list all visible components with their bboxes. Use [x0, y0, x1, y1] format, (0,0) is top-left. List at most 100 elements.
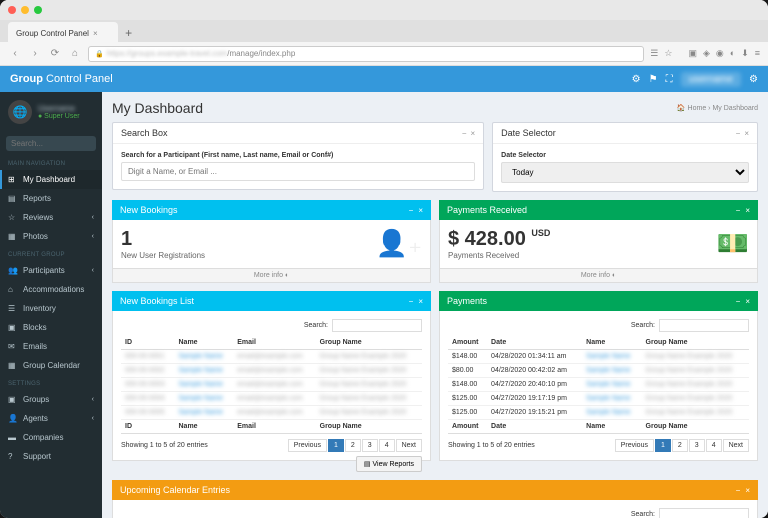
sidebar-item-photos[interactable]: ▦Photos‹ — [0, 227, 102, 246]
panel-title: Payments Received — [447, 205, 527, 215]
close-icon[interactable]: × — [744, 129, 749, 138]
table-search-input[interactable] — [332, 319, 422, 332]
star-icon[interactable]: ☆ — [664, 48, 672, 59]
page-next[interactable]: Next — [723, 439, 749, 452]
sidebar: 🌐 Username ● Super User 🔍 MAIN NAVIGATIO… — [0, 92, 102, 518]
collapse-icon[interactable]: − — [409, 297, 414, 306]
close-tab-icon[interactable]: × — [93, 29, 98, 38]
ext-icon[interactable]: ▣ — [688, 48, 697, 59]
brand: Group Control Panel — [10, 73, 113, 85]
sidebar-item-calendar[interactable]: ▦Group Calendar — [0, 356, 102, 375]
table-row: $125.0004/27/2020 19:15:21 pmSample Name… — [448, 406, 749, 420]
ext-icon[interactable]: ⬇ — [741, 48, 749, 59]
collapse-icon[interactable]: − — [736, 486, 741, 495]
close-icon[interactable]: × — [418, 206, 423, 215]
table-row: 000-00-0005Sample Nameemail@example.comG… — [121, 406, 422, 420]
close-icon[interactable]: × — [471, 129, 476, 138]
close-icon[interactable]: × — [745, 297, 750, 306]
collapse-icon[interactable]: − — [736, 206, 741, 215]
calendar-icon: ▦ — [8, 361, 18, 370]
page-3[interactable]: 3 — [689, 439, 705, 452]
user-plus-icon: 👤₊ — [376, 228, 422, 259]
participant-search-input[interactable] — [121, 162, 475, 181]
sidebar-search[interactable]: 🔍 — [6, 136, 96, 151]
sidebar-item-reports[interactable]: ▤Reports — [0, 189, 102, 208]
groups-icon: ▣ — [8, 395, 18, 404]
pagination: Previous 1 2 3 4 Next — [615, 439, 749, 452]
bell-icon[interactable]: ⚑ — [649, 74, 658, 85]
gear-icon[interactable]: ⚙ — [749, 74, 758, 85]
date-select[interactable]: Today — [501, 162, 749, 183]
home-icon[interactable]: ⌂ — [68, 48, 82, 59]
sidebar-item-inventory[interactable]: ☰Inventory — [0, 299, 102, 318]
page-prev[interactable]: Previous — [288, 439, 327, 452]
min-dot[interactable] — [21, 6, 29, 14]
close-icon[interactable]: × — [745, 206, 750, 215]
page-1[interactable]: 1 — [655, 439, 671, 452]
reload-icon[interactable]: ⟳ — [48, 48, 62, 59]
more-info-link[interactable]: More info ◐ — [439, 269, 758, 283]
ext-icon[interactable]: ◉ — [716, 48, 724, 59]
main-content: My Dashboard 🏠 Home › My Dashboard Searc… — [102, 92, 768, 518]
sidebar-item-emails[interactable]: ✉Emails — [0, 337, 102, 356]
collapse-icon[interactable]: − — [736, 129, 741, 138]
notif-icon[interactable]: ⚙ — [632, 74, 641, 85]
page-4[interactable]: 4 — [706, 439, 722, 452]
user-role: ● Super User — [38, 113, 80, 120]
sidebar-item-dashboard[interactable]: ⊞My Dashboard — [0, 170, 102, 189]
table-row: 000-00-0003Sample Nameemail@example.comG… — [121, 378, 422, 392]
chevron-icon: ‹ — [92, 267, 94, 274]
search-input[interactable] — [11, 139, 102, 148]
panel-title: Payments — [447, 296, 487, 306]
collapse-icon[interactable]: − — [409, 206, 414, 215]
user-menu[interactable]: username — [681, 72, 741, 87]
more-info-link[interactable]: More info ◐ — [112, 269, 431, 283]
sidebar-item-support[interactable]: ?Support — [0, 447, 102, 466]
table-search-input[interactable] — [659, 508, 749, 518]
max-dot[interactable] — [34, 6, 42, 14]
table-search-input[interactable] — [659, 319, 749, 332]
url-host: https://groups.example-travel.com — [107, 49, 228, 58]
forward-icon[interactable]: › — [28, 48, 42, 59]
collapse-icon[interactable]: − — [462, 129, 467, 138]
address-field[interactable]: 🔒 https://groups.example-travel.com /man… — [88, 46, 644, 62]
page-3[interactable]: 3 — [362, 439, 378, 452]
page-next[interactable]: Next — [396, 439, 422, 452]
page-prev[interactable]: Previous — [615, 439, 654, 452]
building-icon: ▬ — [8, 433, 18, 442]
nav-header: SETTINGS — [0, 375, 102, 390]
table-row: 000-00-0001Sample Nameemail@example.comG… — [121, 350, 422, 364]
new-tab-button[interactable]: + — [120, 24, 138, 42]
lock-icon: 🔒 — [95, 50, 104, 58]
close-dot[interactable] — [8, 6, 16, 14]
chevron-icon: ‹ — [92, 214, 94, 221]
sidebar-item-companies[interactable]: ▬Companies — [0, 428, 102, 447]
sidebar-item-accom[interactable]: ⌂Accommodations — [0, 280, 102, 299]
back-icon[interactable]: ‹ — [8, 48, 22, 59]
page-2[interactable]: 2 — [672, 439, 688, 452]
browser-tabs: Group Control Panel × + — [0, 20, 768, 42]
view-reports-button[interactable]: ▤ View Reports — [356, 456, 422, 472]
sidebar-item-participants[interactable]: 👥Participants‹ — [0, 261, 102, 280]
sidebar-item-reviews[interactable]: ☆Reviews‹ — [0, 208, 102, 227]
page-1[interactable]: 1 — [328, 439, 344, 452]
inventory-icon: ☰ — [8, 304, 18, 313]
browser-tab[interactable]: Group Control Panel × — [8, 22, 118, 42]
payments-sub: Payments Received — [448, 251, 749, 260]
expand-icon[interactable]: ⛶ — [666, 74, 673, 85]
page-2[interactable]: 2 — [345, 439, 361, 452]
collapse-icon[interactable]: − — [736, 297, 741, 306]
ext-icon[interactable]: ◐ — [730, 48, 735, 59]
date-label: Date Selector — [501, 152, 749, 159]
sidebar-item-groups[interactable]: ▣Groups‹ — [0, 390, 102, 409]
sidebar-item-blocks[interactable]: ▣Blocks — [0, 318, 102, 337]
sidebar-item-agents[interactable]: 👤Agents‹ — [0, 409, 102, 428]
ext-icon[interactable]: ◈ — [703, 48, 710, 59]
close-icon[interactable]: × — [418, 297, 423, 306]
close-icon[interactable]: × — [745, 486, 750, 495]
reader-icon[interactable]: ☰ — [650, 48, 658, 59]
avatar: 🌐 — [8, 100, 32, 124]
menu-icon[interactable]: ≡ — [755, 48, 760, 59]
page-4[interactable]: 4 — [379, 439, 395, 452]
blocks-icon: ▣ — [8, 323, 18, 332]
